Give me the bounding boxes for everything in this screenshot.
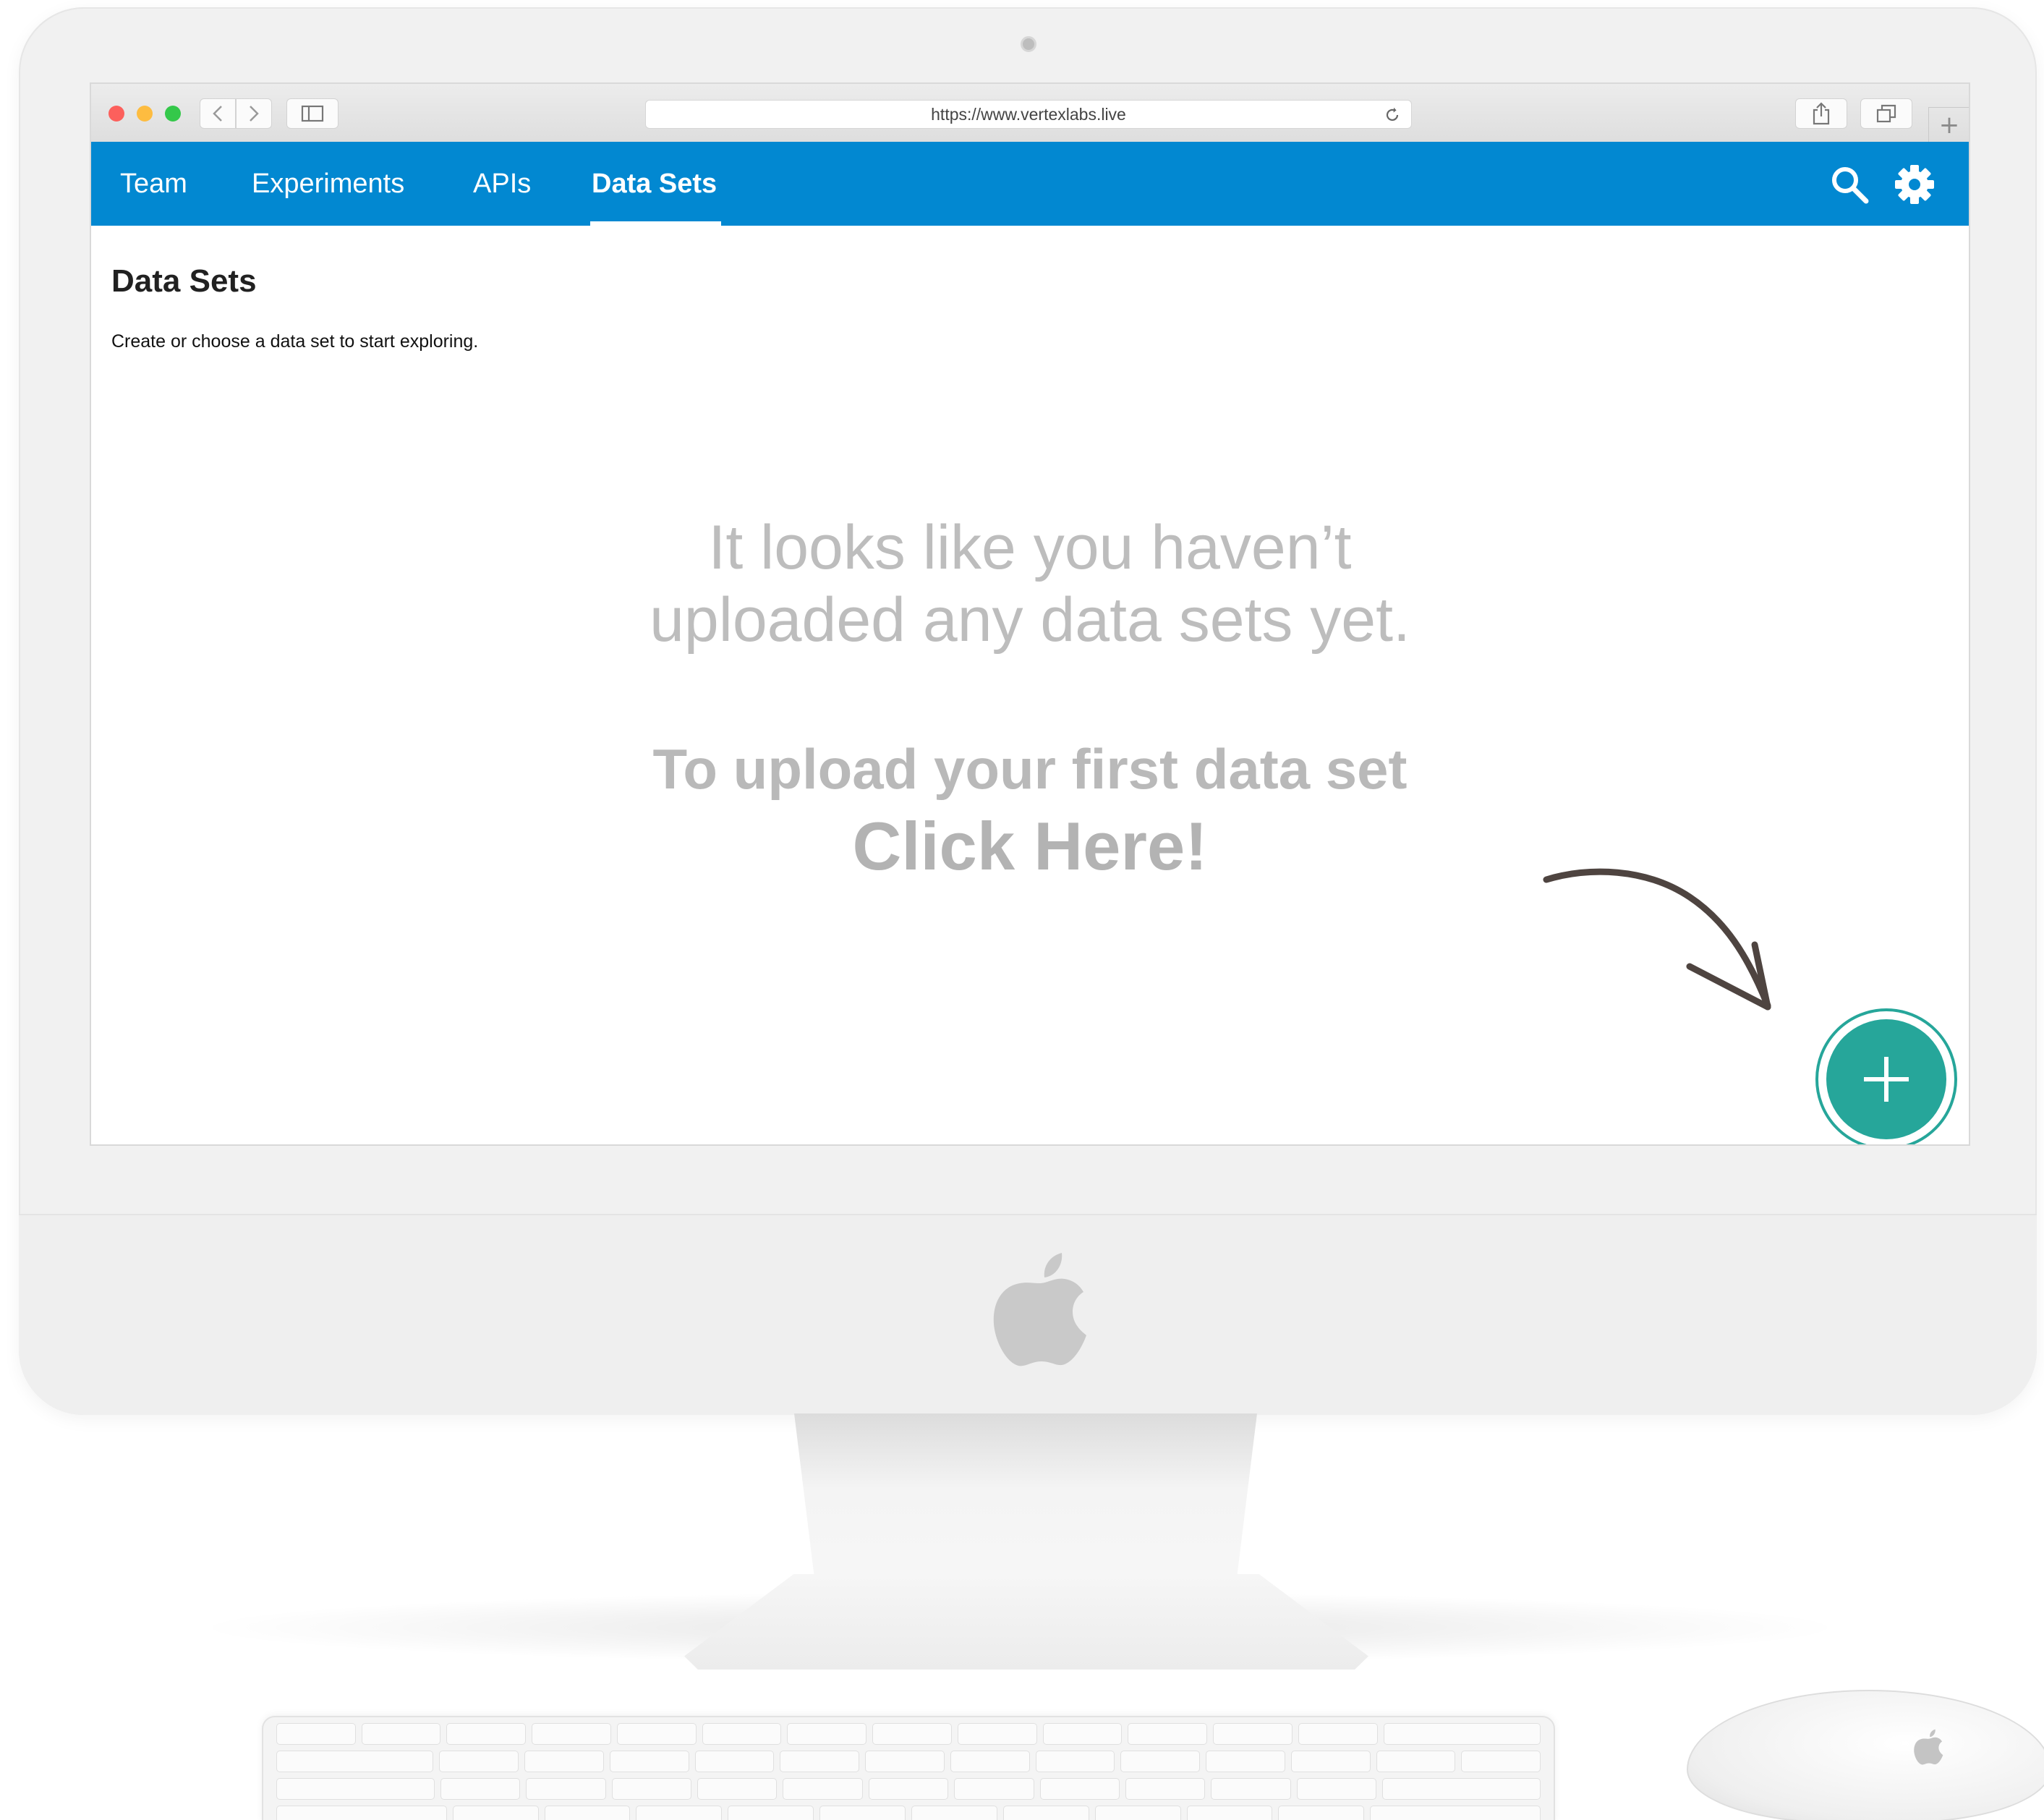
add-data-set-button[interactable]: [1815, 1008, 1957, 1144]
close-window-button[interactable]: [108, 106, 124, 122]
imac-stand: [794, 1413, 1257, 1602]
gear-icon[interactable]: [1894, 163, 1936, 205]
browser-toolbar: https://www.vertexlabs.live +: [91, 84, 1969, 143]
forward-button[interactable]: [236, 98, 272, 129]
address-bar[interactable]: https://www.vertexlabs.live: [645, 100, 1412, 129]
empty-state-line-2: uploaded any data sets yet.: [650, 585, 1410, 655]
maximize-window-button[interactable]: [165, 106, 181, 122]
back-button[interactable]: [200, 98, 236, 129]
chevron-right-icon: [250, 106, 259, 122]
tab-data-sets[interactable]: Data Sets: [589, 142, 722, 226]
keyboard: [262, 1716, 1555, 1820]
upload-prompt: To upload your first data set: [652, 737, 1408, 801]
camera: [1021, 36, 1036, 52]
screen: https://www.vertexlabs.live + Team Exper…: [90, 82, 1970, 1146]
chevron-left-icon: [213, 106, 222, 122]
fab-inner: [1826, 1019, 1946, 1139]
tab-team[interactable]: Team: [120, 142, 187, 226]
hand-drawn-arrow-icon: [1543, 868, 1771, 1011]
apple-logo-icon: [993, 1253, 1086, 1366]
search-icon[interactable]: [1828, 163, 1870, 205]
plus-icon: [1864, 1057, 1909, 1102]
app-nav-bar: Team Experiments APIs Data Sets: [91, 142, 1969, 226]
sidebar-toggle-button[interactable]: [286, 98, 338, 129]
share-button[interactable]: [1795, 98, 1847, 129]
click-here-link[interactable]: Click Here!: [487, 809, 1572, 884]
magic-mouse: [1687, 1690, 2044, 1820]
share-icon: [1813, 102, 1830, 125]
reload-icon[interactable]: [1384, 106, 1401, 124]
page-title: Data Sets: [111, 263, 257, 299]
url-text: https://www.vertexlabs.live: [931, 104, 1126, 124]
imac-stand-base: [684, 1574, 1368, 1670]
apple-logo-icon: [1914, 1729, 1943, 1765]
page-subtitle: Create or choose a data set to start exp…: [111, 331, 479, 352]
tabs-overview-icon: [1876, 104, 1896, 123]
empty-state-line-1: It looks like you haven’t: [708, 513, 1352, 582]
tab-apis[interactable]: APIs: [473, 142, 531, 226]
main-content: Data Sets Create or choose a data set to…: [91, 226, 1969, 1144]
sidebar-icon: [301, 105, 324, 122]
stage: https://www.vertexlabs.live + Team Exper…: [0, 0, 2044, 1820]
minimize-window-button[interactable]: [137, 106, 153, 122]
new-tab-button[interactable]: +: [1928, 107, 1969, 143]
show-tabs-button[interactable]: [1860, 98, 1912, 129]
tab-experiments[interactable]: Experiments: [252, 142, 404, 226]
